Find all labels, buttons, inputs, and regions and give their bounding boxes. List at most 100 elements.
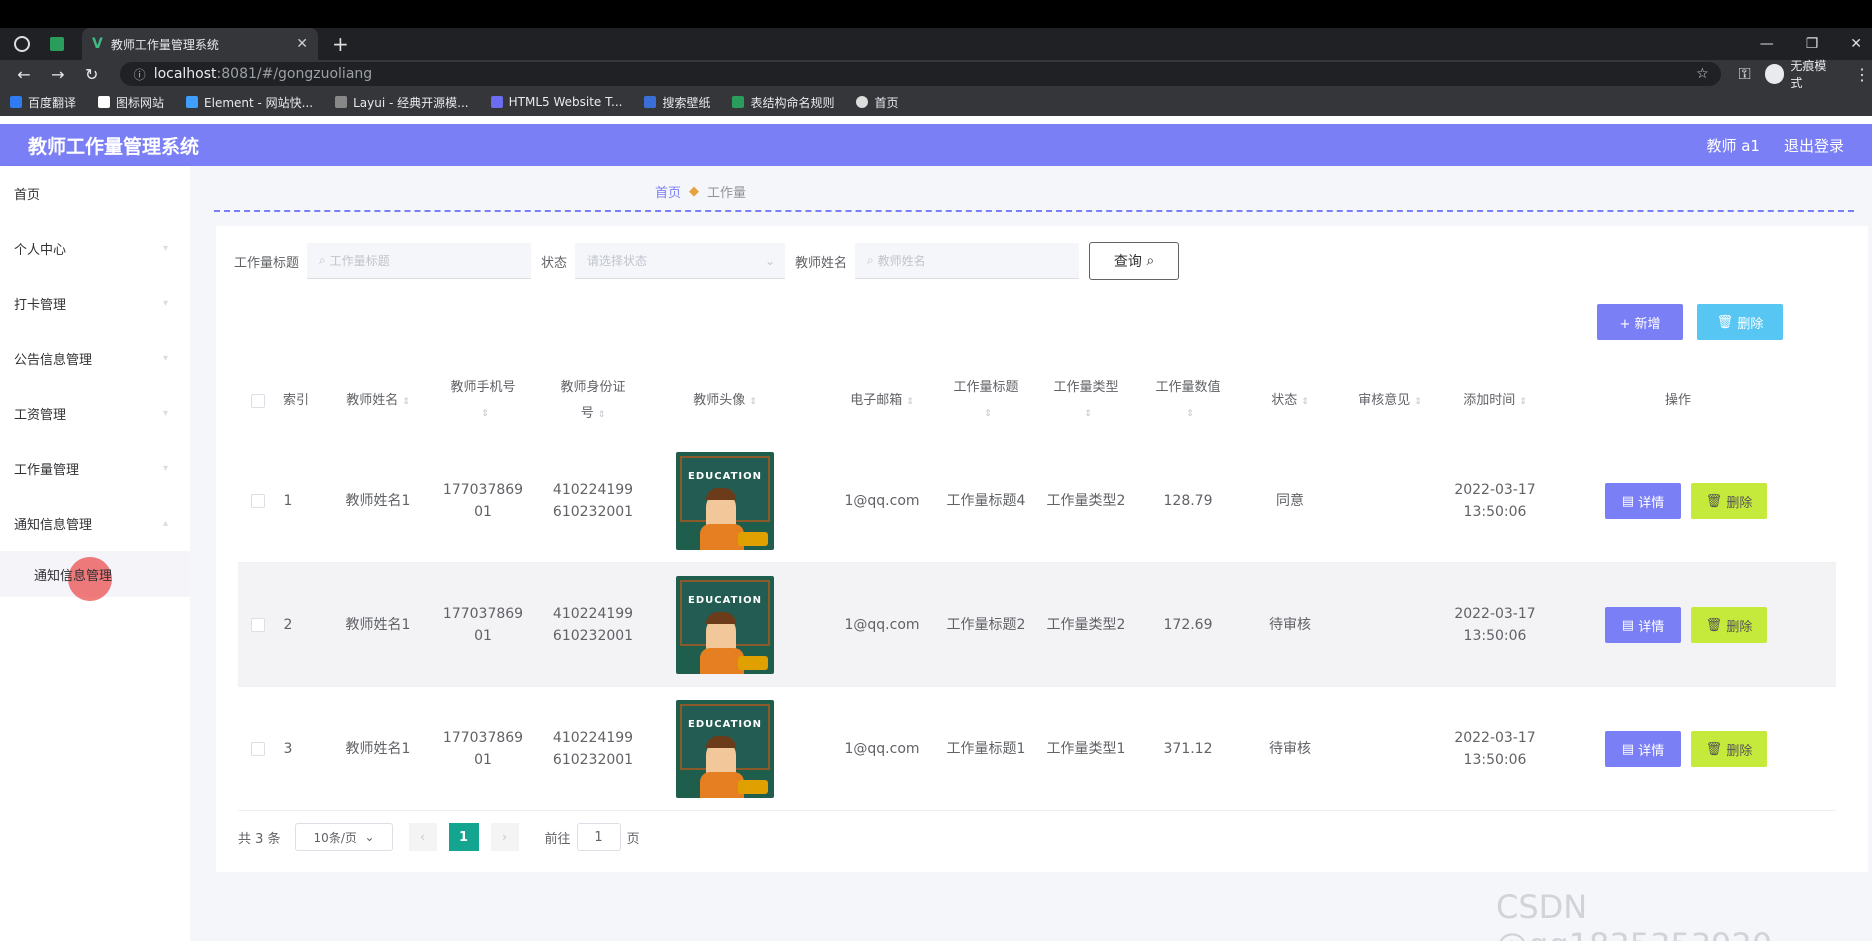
info-icon[interactable]: ⓘ <box>134 66 146 83</box>
col-workload-type[interactable]: 工作量类型 ⇕ <box>1038 366 1134 436</box>
sidebar-subitem-notifications[interactable]: 通知信息管理 <box>0 551 190 601</box>
window-controls: — ❐ ✕ <box>1760 28 1862 60</box>
col-name[interactable]: 教师姓名 ⇕ <box>330 366 426 436</box>
delete-button[interactable]: 🗑 删除 <box>1691 607 1767 643</box>
cell-id: 410224199 610232001 <box>552 730 634 768</box>
forward-icon[interactable]: → <box>48 65 68 84</box>
detail-button[interactable]: ▤ 详情 <box>1605 483 1681 519</box>
sidebar-item-announcements[interactable]: 公告信息管理 ▾ <box>0 331 190 386</box>
sort-icon[interactable]: ⇕ <box>906 397 914 407</box>
select-all-checkbox[interactable] <box>251 394 265 408</box>
sidebar-item-checkin[interactable]: 打卡管理 ▾ <box>0 276 190 331</box>
teacher-avatar-image[interactable]: EDUCATION <box>676 700 774 798</box>
delete-button[interactable]: 🗑 删除 <box>1691 731 1767 767</box>
cell-id: 410224199 610232001 <box>552 606 634 644</box>
row-checkbox[interactable] <box>251 494 265 508</box>
goto-page-input[interactable]: 1 <box>576 823 621 851</box>
sidebar-item-notifications[interactable]: 通知信息管理 ▴ <box>0 496 190 551</box>
row-actions: ▤ 详情 🗑 删除 <box>1605 483 1767 519</box>
sidebar-item-profile[interactable]: 个人中心 ▾ <box>0 221 190 276</box>
bookmark-item[interactable]: Layui - 经典开源模... <box>335 94 469 111</box>
breadcrumb: 首页 ◆ 工作量 <box>655 182 746 201</box>
row-checkbox[interactable] <box>251 618 265 632</box>
incognito-indicator[interactable]: 无痕模式 <box>1764 57 1839 91</box>
sort-icon[interactable]: ⇕ <box>1084 401 1092 427</box>
delete-button[interactable]: 🗑 删除 <box>1691 483 1767 519</box>
sort-icon[interactable]: ⇕ <box>1186 401 1194 427</box>
minimize-icon[interactable]: — <box>1760 36 1774 52</box>
cell-index: 2 <box>283 617 293 633</box>
sort-icon[interactable]: ⇕ <box>598 410 606 420</box>
teacher-avatar-image[interactable]: EDUCATION <box>676 576 774 674</box>
teacher-avatar-image[interactable]: EDUCATION <box>676 452 774 550</box>
query-button[interactable]: 查询 ⌕ <box>1089 242 1180 280</box>
trash-icon: 🗑 <box>1705 493 1727 509</box>
bookmark-item[interactable]: 图标网站 <box>98 94 164 111</box>
app-icon[interactable] <box>50 37 64 51</box>
table-header: 索引 教师姓名 ⇕ 教师手机号 ⇕ 教师身份证号 ⇕ 教师头像 ⇕ 电子邮箱 ⇕ 工作量标… <box>238 366 1836 436</box>
table-icon <box>732 96 745 108</box>
col-status[interactable]: 状态 ⇕ <box>1250 366 1330 436</box>
batch-delete-button[interactable]: 🗑 删除 <box>1697 304 1783 340</box>
url-input[interactable]: ⓘ localhost :8081/#/gongzuoliang ☆ <box>119 62 1721 86</box>
chevron-down-icon: ⌄ <box>764 253 776 268</box>
sort-icon[interactable]: ⇕ <box>402 397 410 407</box>
bookmark-item[interactable]: Element - 网站快... <box>186 94 313 111</box>
sort-icon[interactable]: ⇕ <box>1301 397 1309 407</box>
bookmarks-bar: 百度翻译 图标网站 Element - 网站快... Layui - 经典开源模… <box>0 88 1872 116</box>
row-checkbox-cell <box>248 439 268 563</box>
breadcrumb-home[interactable]: 首页 <box>655 182 681 201</box>
col-workload-value[interactable]: 工作量数值 ⇕ <box>1140 366 1236 436</box>
chevron-down-icon: ⌄ <box>364 830 375 844</box>
sidebar-item-home[interactable]: 首页 <box>0 166 190 221</box>
cell-name: 教师姓名1 <box>345 617 411 633</box>
logout-link[interactable]: 退出登录 <box>1784 135 1844 156</box>
col-avatar[interactable]: 教师头像 ⇕ <box>670 366 780 436</box>
sort-icon[interactable]: ⇕ <box>984 401 992 427</box>
col-phone[interactable]: 教师手机号 ⇕ <box>438 366 528 436</box>
bookmark-item[interactable]: 百度翻译 <box>10 94 76 111</box>
restore-icon[interactable]: ❐ <box>1806 36 1819 52</box>
sort-icon[interactable]: ⇕ <box>1519 397 1527 407</box>
detail-button[interactable]: ▤ 详情 <box>1605 731 1681 767</box>
prev-page-button[interactable]: ‹ <box>408 823 437 851</box>
title-search-input[interactable]: ⌕ 工作量标题 <box>307 243 532 279</box>
cell-workload-value: 128.79 <box>1163 493 1213 509</box>
cell-avatar: EDUCATION <box>670 687 780 811</box>
bookmark-item[interactable]: 表结构命名规则 <box>732 94 834 111</box>
col-id[interactable]: 教师身份证号 ⇕ <box>538 366 648 436</box>
col-email[interactable]: 电子邮箱 ⇕ <box>834 366 930 436</box>
window-close-icon[interactable]: ✕ <box>1850 36 1862 52</box>
row-checkbox[interactable] <box>251 742 265 756</box>
bookmark-item[interactable]: HTML5 Website T... <box>490 95 622 109</box>
browser-tab[interactable]: V 教师工作量管理系统 ✕ <box>82 28 318 60</box>
screen: V 教师工作量管理系统 ✕ + — ❐ ✕ ← → ↻ ⓘ localhost … <box>0 0 1872 941</box>
menu-icon[interactable]: ⋮ <box>1852 65 1872 84</box>
page-size-select[interactable]: 10条/页 ⌄ <box>294 823 393 851</box>
next-page-button[interactable]: › <box>490 823 519 851</box>
sort-icon[interactable]: ⇕ <box>749 397 757 407</box>
bookmark-item[interactable]: 搜索壁纸 <box>644 94 710 111</box>
breadcrumb-current: 工作量 <box>707 186 747 201</box>
col-added-time[interactable]: 添加时间 ⇕ <box>1440 366 1550 436</box>
sidebar-item-workload[interactable]: 工作量管理 ▾ <box>0 441 190 496</box>
bookmark-item[interactable]: 首页 <box>856 94 899 111</box>
name-search-input[interactable]: ⌕ 教师姓名 <box>855 243 1080 279</box>
key-icon[interactable]: ⚿ <box>1735 64 1755 84</box>
detail-button[interactable]: ▤ 详情 <box>1605 607 1681 643</box>
page-number-current[interactable]: 1 <box>448 823 479 851</box>
back-icon[interactable]: ← <box>14 65 34 84</box>
reload-icon[interactable]: ↻ <box>82 65 102 84</box>
star-icon[interactable]: ☆ <box>1696 66 1709 82</box>
sort-icon[interactable]: ⇕ <box>481 401 489 427</box>
globe-icon[interactable] <box>14 36 30 52</box>
add-button[interactable]: + 新增 <box>1597 304 1683 340</box>
sidebar-item-salary[interactable]: 工资管理 ▾ <box>0 386 190 441</box>
new-tab-icon[interactable]: + <box>332 32 349 56</box>
close-icon[interactable]: ✕ <box>296 36 308 52</box>
col-review[interactable]: 审核意见 ⇕ <box>1340 366 1440 436</box>
divider <box>214 210 1854 212</box>
col-workload-title[interactable]: 工作量标题 ⇕ <box>938 366 1034 436</box>
sort-icon[interactable]: ⇕ <box>1414 397 1422 407</box>
status-select[interactable]: 请选择状态 ⌄ <box>575 243 786 279</box>
